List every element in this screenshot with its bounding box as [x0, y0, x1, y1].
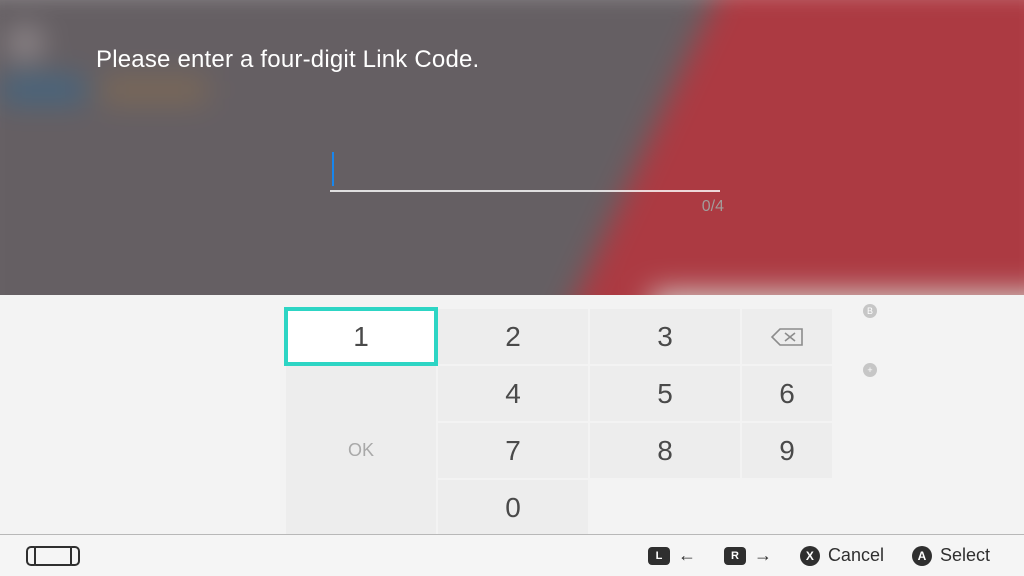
key-backspace[interactable] [742, 309, 832, 364]
footer-select-group[interactable]: A Select [912, 545, 990, 566]
right-arrow-icon: → [754, 545, 772, 566]
key-ok[interactable]: OK [286, 366, 436, 535]
footer-cancel-group[interactable]: X Cancel [800, 545, 884, 566]
plus-hint-badge: + [863, 363, 877, 377]
key-1[interactable]: 1 [286, 309, 436, 364]
select-label: Select [940, 545, 990, 566]
key-6[interactable]: 6 [742, 366, 832, 421]
b-hint-badge: B [863, 304, 877, 318]
key-7[interactable]: 7 [438, 423, 588, 478]
cancel-label: Cancel [828, 545, 884, 566]
prompt-text: Please enter a four-digit Link Code. [96, 46, 479, 74]
key-5[interactable]: 5 [590, 366, 740, 421]
x-badge: X [800, 546, 820, 566]
key-8[interactable]: 8 [590, 423, 740, 478]
footer-bar: L ← R → X Cancel A Select [0, 534, 1024, 576]
left-arrow-icon: ← [678, 545, 696, 566]
key-9[interactable]: 9 [742, 423, 832, 478]
r-badge: R [724, 547, 746, 565]
input-underline [330, 190, 720, 192]
footer-r-group: R → [724, 545, 772, 566]
char-counter: 0/4 [702, 198, 724, 216]
backspace-icon [770, 327, 804, 347]
controller-icon [34, 546, 72, 566]
key-4[interactable]: 4 [438, 366, 588, 421]
footer-l-group: L ← [648, 545, 696, 566]
link-code-input[interactable]: 0/4 [330, 152, 720, 192]
key-2[interactable]: 2 [438, 309, 588, 364]
a-badge: A [912, 546, 932, 566]
l-badge: L [648, 547, 670, 565]
caret [332, 152, 334, 186]
key-3[interactable]: 3 [590, 309, 740, 364]
numeric-keypad: 1 2 3 4 5 6 OK 7 8 9 0 B + [0, 295, 1024, 534]
key-0[interactable]: 0 [438, 480, 588, 535]
